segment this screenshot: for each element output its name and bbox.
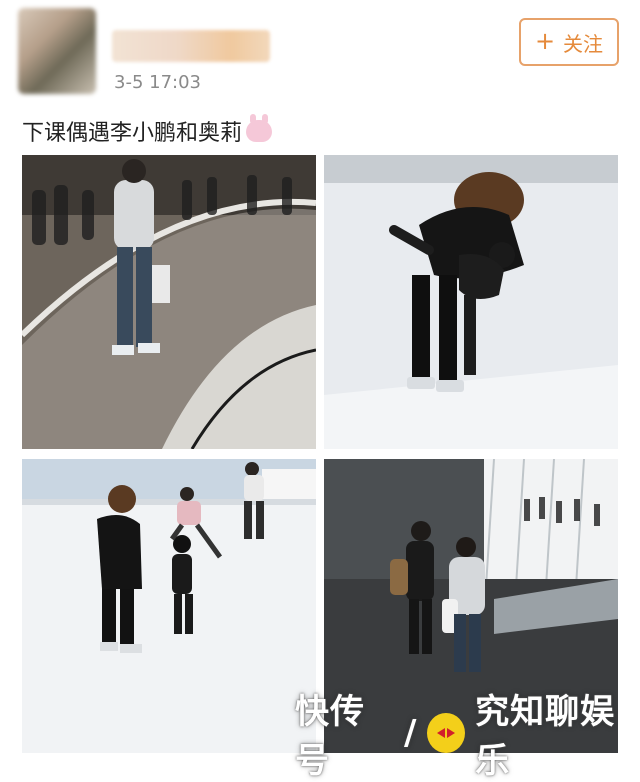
follow-label: 关注: [563, 31, 604, 56]
post-text-content: 下课偶遇李小鹏和奥莉: [22, 121, 243, 146]
photo-1[interactable]: [22, 155, 316, 449]
watermark-slash: /: [403, 713, 418, 753]
username-blurred[interactable]: [112, 30, 270, 62]
watermark-part2: 究知聊娱乐: [475, 692, 616, 781]
photo-2-illustration: [324, 155, 618, 449]
watermark-part1: 快传号: [295, 692, 365, 781]
photo-3-illustration: [22, 459, 316, 753]
photo-3[interactable]: [22, 459, 316, 753]
photo-2[interactable]: [324, 155, 618, 449]
post-header: 3-5 17:03 + 关注: [0, 0, 640, 100]
photo-1-illustration: [22, 155, 316, 449]
watermark: 快传号 / 究知聊娱乐: [295, 692, 640, 781]
plus-icon: +: [534, 27, 556, 55]
post-text: 下课偶遇李小鹏和奥莉: [22, 114, 273, 147]
watermark-logo-icon: [427, 713, 466, 753]
follow-button[interactable]: + 关注: [519, 18, 619, 66]
avatar[interactable]: [18, 8, 96, 94]
rabbit-emoji-icon: [246, 114, 273, 142]
post-timestamp: 3-5 17:03: [114, 72, 201, 93]
